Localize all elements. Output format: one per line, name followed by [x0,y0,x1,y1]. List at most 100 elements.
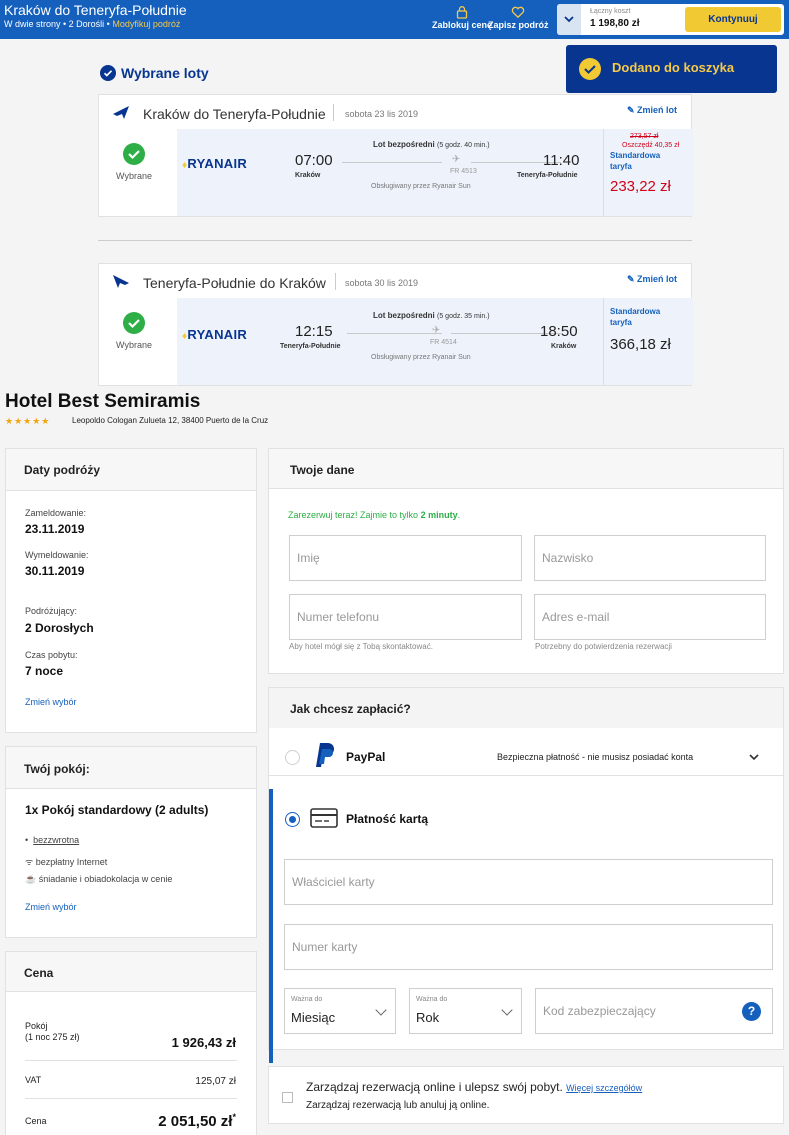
email-field[interactable]: Adres e-mail [534,594,766,640]
expiry-month-value: Miesiąc [291,1010,336,1025]
small-plane-icon: ✈ [452,154,461,165]
flight-route: Kraków do Teneryfa-Południe [143,106,326,122]
card-radio[interactable] [285,812,300,827]
security-code-field[interactable]: Kod zabezpieczający ? [535,988,773,1034]
plane-icon [113,106,129,119]
booking-promo: Zarezerwuj teraz! Zajmie to tylko 2 minu… [288,510,460,520]
change-flight-link[interactable]: ✎ Zmień lot [627,274,677,285]
chosen-label: Wybrane [116,171,152,181]
fare-box: 273,57 zł Oszczędź 40,35 zł Standardowa t… [603,129,693,216]
arrival-time: 11:40 [543,152,580,169]
flight-body: Wybrane ♦RYANAIR 07:00 Kraków Lot bezpoś… [99,129,693,216]
top-bar: Kraków do Teneryfa-Południe W dwie stron… [0,0,789,39]
expiry-month-select[interactable]: Ważna do Miesiąc [284,988,396,1034]
meals-text: śniadanie i obiadokolacja w cenie [38,874,173,884]
credit-card-icon [310,808,338,828]
rooms-sublabel: (1 noc 275 zł) [25,1032,80,1042]
departure-city: Teneryfa-Południe [280,343,341,350]
fare-type-line1: Standardowa [610,307,661,316]
first-name-field[interactable]: Imię [289,535,522,581]
travel-dates-card: Daty podróży Zameldowanie: 23.11.2019 Wy… [5,448,257,733]
change-room-link[interactable]: Zmień wybór [25,902,77,912]
vat-value: 125,07 zł [195,1076,236,1087]
hotel-address: Leopoldo Cologan Zulueta 12, 38400 Puert… [72,416,269,425]
card-title: Twoje dane [290,463,355,477]
paypal-option[interactable]: PayPal Bezpieczna płatność - nie musisz … [269,728,783,776]
phone-field[interactable]: Numer telefonu [289,594,522,640]
room-feature-nonrefundable: • bezzwrotna [25,835,80,845]
card-title: Twój pokój: [24,762,90,776]
flight-number: FR 4514 [430,339,457,346]
header-divider [335,273,336,290]
chevron-down-icon[interactable] [748,753,760,761]
toast-text: Dodano do koszyka [612,60,735,75]
card-holder-field[interactable]: Właściciel karty [284,859,773,905]
plane-icon [113,275,129,288]
more-details-link[interactable]: Więcej szczegółów [566,1083,642,1093]
trip-subtitle: W dwie strony • 2 Dorośli • Modyfikuj po… [4,19,180,29]
ryanair-logo: ♦RYANAIR [182,327,247,342]
first-name-placeholder: Imię [297,551,320,565]
operated-by: Obsługiwany przez Ryanair Sun [371,183,471,190]
change-dates-link[interactable]: Zmień wybór [25,697,77,707]
rooms-price: 1 926,43 zł [171,1035,236,1050]
arrival-city: Kraków [551,343,577,350]
card-header: Twoje dane [269,449,783,489]
card-header: Cena [6,952,256,992]
travelers-label: Podróżujący: [25,606,78,616]
total-cost-box: Łączny koszt 1 198,80 zł Kontynuuj [557,4,784,35]
manage-booking-checkbox[interactable] [282,1092,293,1103]
expiry-year-select[interactable]: Ważna do Rok [409,988,522,1034]
save-trip-button[interactable]: Zapisz podróż [488,5,549,30]
promo-end: . [457,510,461,520]
total-price: 2 051,50 zł* [158,1112,236,1130]
header-divider [333,104,334,121]
airline-name: RYANAIR [187,327,248,342]
paypal-note: Bezpieczna płatność - nie musisz posiada… [497,752,694,762]
price-divider [25,1098,237,1099]
flight-route: Teneryfa-Południe do Kraków [143,275,326,291]
card-number-field[interactable]: Numer karty [284,924,773,970]
card-header: Daty podróży [6,449,256,491]
card-title: Cena [24,966,54,980]
flight-body: Wybrane ♦RYANAIR 12:15 Teneryfa-Południe… [99,298,693,385]
chevron-down-icon [501,1004,513,1016]
chosen-label: Wybrane [116,340,152,350]
selected-check-icon [123,143,145,165]
stay-value: 7 noce [25,664,64,678]
selected-flights-heading: Wybrane loty [100,65,209,81]
continue-button[interactable]: Kontynuuj [685,7,781,32]
flight-date: sobota 30 lis 2019 [345,278,419,288]
check-icon [579,58,601,80]
chevron-down-icon [564,16,574,23]
trip-summary: W dwie strony • 2 Dorośli • [4,19,110,29]
promo-duration: 2 minuty [420,510,458,520]
total-cost-label: Łączny koszt [590,8,631,15]
last-name-field[interactable]: Nazwisko [534,535,766,581]
star-rating-icon: ★★★★★ [5,416,51,426]
expiry-year-label: Ważna do [416,996,448,1003]
flight-number: FR 4513 [450,168,477,175]
paypal-radio[interactable] [285,750,300,765]
fare-type-line1: Standardowa [610,151,661,160]
your-details-card: Twoje dane Zarezerwuj teraz! Zajmie to t… [268,448,784,674]
departure-time: 07:00 [295,152,333,169]
help-icon[interactable]: ? [742,1002,761,1021]
nonrefundable-text: bezzwrotna [33,835,80,845]
save-trip-label: Zapisz podróż [488,20,549,30]
expand-cost-button[interactable] [557,4,581,35]
added-to-cart-toast: Dodano do koszyka [566,45,777,93]
selected-method-marker [269,789,273,1063]
stay-label: Czas pobytu: [25,650,78,660]
lock-price-button[interactable]: Zablokuj cenę [432,5,492,30]
old-price: 273,57 zł [630,133,659,140]
modify-trip-link[interactable]: Modyfikuj podróż [112,19,180,29]
change-flight-link[interactable]: ✎ Zmień lot [627,105,677,116]
fare-type-line2: taryfa [610,318,632,327]
promo-text: Zarezerwuj teraz! Zajmie to tylko [288,510,419,520]
small-plane-icon: ✈ [432,325,441,336]
last-name-placeholder: Nazwisko [542,551,594,565]
flight-duration: (5 godz. 40 min.) [437,142,490,149]
change-flight-label: Zmień lot [637,105,677,115]
flight-header: Kraków do Teneryfa-Południe sobota 23 li… [99,95,691,129]
